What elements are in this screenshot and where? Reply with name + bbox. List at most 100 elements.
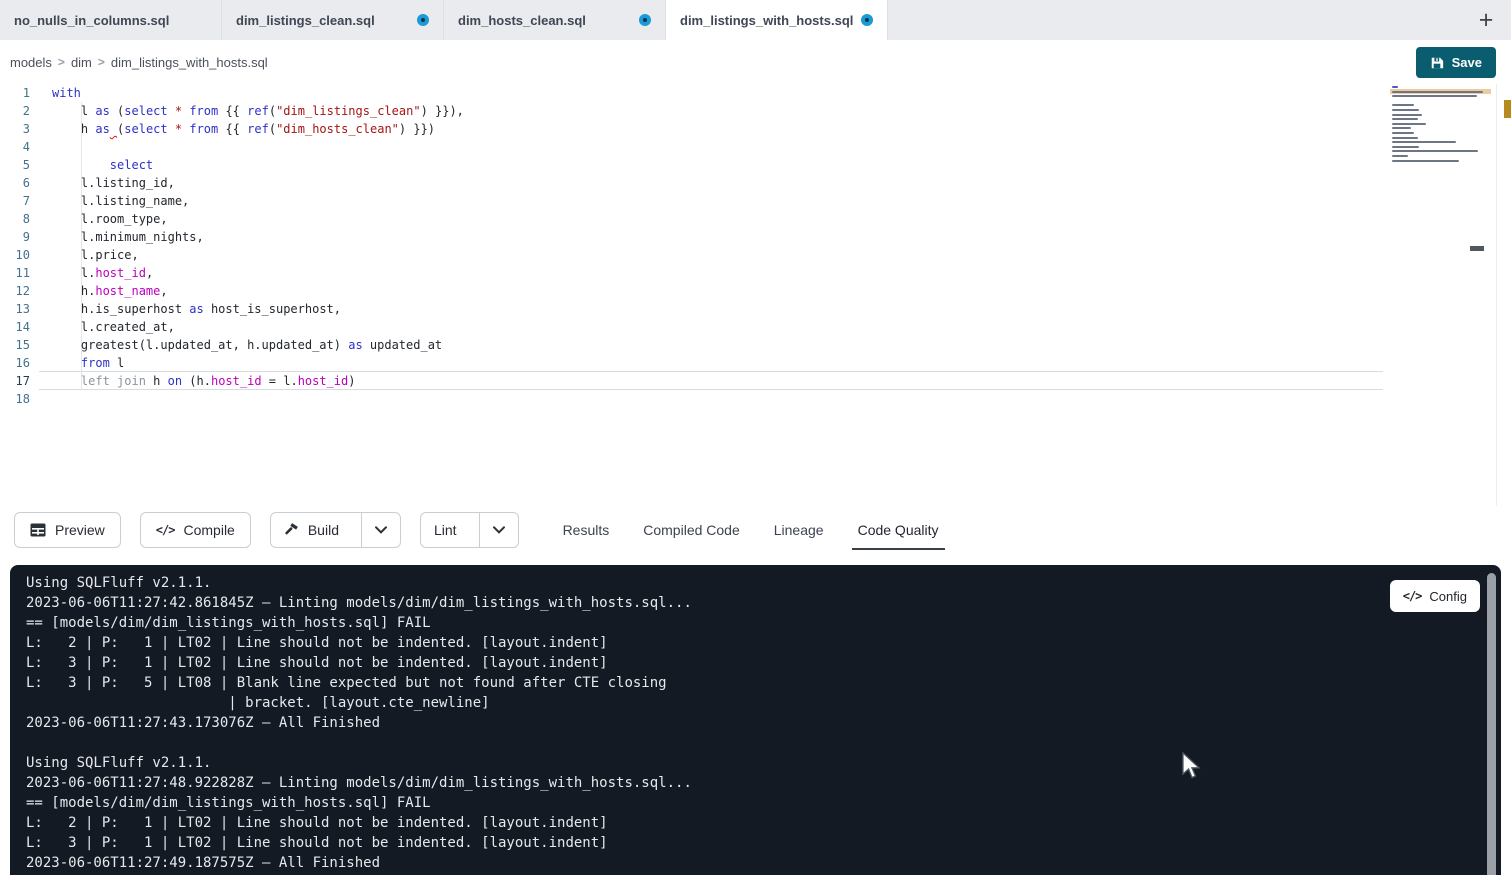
tab-compiled-code-label: Compiled Code: [643, 522, 740, 538]
lint-button[interactable]: Lint: [421, 513, 470, 547]
tab-dim-listings-clean[interactable]: dim_listings_clean.sql: [222, 0, 444, 40]
tab-label: no_nulls_in_columns.sql: [14, 13, 169, 28]
lint-dropdown-button[interactable]: [479, 513, 518, 547]
tab-results[interactable]: Results: [563, 509, 610, 550]
build-label: Build: [308, 522, 339, 538]
build-dropdown-button[interactable]: [361, 513, 400, 547]
tab-code-quality-label: Code Quality: [858, 522, 939, 538]
editor-scrollbar[interactable]: [1496, 84, 1511, 506]
lint-split-button: Lint: [420, 512, 519, 548]
breadcrumb-file[interactable]: dim_listings_with_hosts.sql: [111, 55, 268, 70]
config-button[interactable]: </> Config: [1390, 580, 1480, 612]
line-number: 15: [0, 336, 30, 354]
code-line[interactable]: 7 l.listing_name,: [0, 192, 1511, 210]
code-line[interactable]: 10 l.price,: [0, 246, 1511, 264]
floppy-disk-icon: [1430, 56, 1444, 70]
code-line[interactable]: 18: [0, 390, 1511, 408]
save-button[interactable]: Save: [1416, 47, 1496, 78]
code-line[interactable]: 3 h as (select * from {{ ref("dim_hosts_…: [0, 120, 1511, 138]
tab-compiled-code[interactable]: Compiled Code: [643, 509, 740, 550]
minimap-line: [1392, 123, 1426, 125]
build-split-button: Build: [270, 512, 401, 548]
unsaved-changes-dot-icon: [417, 14, 429, 26]
line-number: 13: [0, 300, 30, 318]
code-line[interactable]: 4: [0, 138, 1511, 156]
tab-label: dim_listings_clean.sql: [236, 13, 375, 28]
hammer-icon: [284, 522, 299, 537]
overview-ruler-cursor-marker: [1470, 246, 1484, 251]
terminal-scrollbar[interactable]: [1487, 573, 1496, 875]
lint-terminal-panel: Using SQLFluff v2.1.1. 2023-06-06T11:27:…: [10, 565, 1501, 875]
editor-lines: 1with2 l as (select * from {{ ref("dim_l…: [0, 84, 1511, 408]
table-grid-icon: [30, 523, 46, 537]
line-number: 7: [0, 192, 30, 210]
minimap[interactable]: [1390, 86, 1493, 170]
breadcrumb-models[interactable]: models: [10, 55, 52, 70]
line-number: 9: [0, 228, 30, 246]
minimap-line: [1392, 114, 1422, 116]
minimap-line: [1392, 118, 1418, 120]
line-number: 10: [0, 246, 30, 264]
minimap-line: [1392, 137, 1418, 139]
line-number: 11: [0, 264, 30, 282]
overview-ruler-warning-marker: [1504, 100, 1511, 118]
tab-results-label: Results: [563, 522, 610, 538]
tab-code-quality[interactable]: Code Quality: [858, 509, 939, 550]
tab-label: dim_listings_with_hosts.sql: [680, 13, 853, 28]
unsaved-changes-dot-icon: [639, 14, 651, 26]
code-line[interactable]: 9 l.minimum_nights,: [0, 228, 1511, 246]
code-line[interactable]: 8 l.room_type,: [0, 210, 1511, 228]
unsaved-changes-dot-icon: [861, 14, 873, 26]
compile-button[interactable]: </> Compile: [140, 512, 251, 548]
line-number: 5: [0, 156, 30, 174]
minimap-line: [1392, 91, 1483, 93]
compile-label: Compile: [183, 522, 234, 538]
code-line[interactable]: 13 h.is_superhost as host_is_superhost,: [0, 300, 1511, 318]
line-number: 1: [0, 84, 30, 102]
preview-button[interactable]: Preview: [14, 512, 121, 548]
code-line[interactable]: 16 from l: [0, 354, 1511, 372]
line-number: 6: [0, 174, 30, 192]
new-tab-button[interactable]: +: [1467, 0, 1505, 40]
dbt-ide-window: no_nulls_in_columns.sql dim_listings_cle…: [0, 0, 1511, 875]
tab-lineage[interactable]: Lineage: [774, 509, 824, 550]
code-line[interactable]: 2 l as (select * from {{ ref("dim_listin…: [0, 102, 1511, 120]
chevron-down-icon: [493, 526, 505, 534]
lint-label: Lint: [434, 522, 457, 538]
code-line[interactable]: 14 l.created_at,: [0, 318, 1511, 336]
tab-dim-hosts-clean[interactable]: dim_hosts_clean.sql: [444, 0, 666, 40]
tab-no-nulls-in-columns[interactable]: no_nulls_in_columns.sql: [0, 0, 222, 40]
code-line[interactable]: 12 h.host_name,: [0, 282, 1511, 300]
tab-lineage-label: Lineage: [774, 522, 824, 538]
minimap-line: [1392, 86, 1398, 88]
code-line[interactable]: 6 l.listing_id,: [0, 174, 1511, 192]
code-editor[interactable]: 1with2 l as (select * from {{ ref("dim_l…: [0, 84, 1511, 506]
terminal-output: Using SQLFluff v2.1.1. 2023-06-06T11:27:…: [10, 565, 1501, 873]
action-toolbar: Preview </> Compile Build: [0, 509, 1511, 550]
code-line[interactable]: 15 greatest(l.updated_at, h.updated_at) …: [0, 336, 1511, 354]
build-button[interactable]: Build: [271, 513, 352, 547]
minimap-line: [1392, 104, 1414, 106]
save-button-label: Save: [1452, 55, 1482, 70]
tab-dim-listings-with-hosts[interactable]: dim_listings_with_hosts.sql: [666, 0, 888, 40]
line-number: 8: [0, 210, 30, 228]
action-buttons: Preview </> Compile Build: [14, 512, 519, 548]
result-tabs: Results Compiled Code Lineage Code Quali…: [563, 509, 939, 550]
minimap-line: [1392, 146, 1419, 148]
code-brackets-icon: </>: [156, 523, 175, 537]
code-line[interactable]: 5 select: [0, 156, 1511, 174]
code-line[interactable]: 17 left join h on (h.host_id = l.host_id…: [0, 372, 1511, 390]
line-number: 17: [0, 372, 30, 390]
code-line[interactable]: 1with: [0, 84, 1511, 102]
line-number: 14: [0, 318, 30, 336]
code-line[interactable]: 11 l.host_id,: [0, 264, 1511, 282]
line-number: 12: [0, 282, 30, 300]
minimap-line: [1392, 141, 1456, 143]
minimap-line: [1392, 150, 1478, 152]
chevron-down-icon: [375, 526, 387, 534]
minimap-line: [1392, 95, 1477, 97]
chevron-right-icon: >: [98, 55, 105, 69]
minimap-line: [1392, 132, 1414, 134]
code-brackets-icon: </>: [1403, 589, 1422, 603]
breadcrumb-dim[interactable]: dim: [71, 55, 92, 70]
